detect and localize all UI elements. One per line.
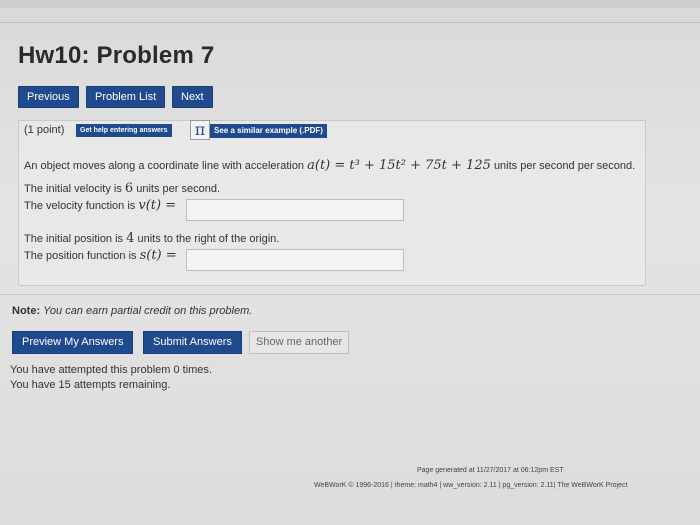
problem-points: (1 point) bbox=[24, 124, 65, 136]
partial-credit-note: Note: You can earn partial credit on thi… bbox=[12, 305, 252, 317]
top-strip bbox=[0, 0, 700, 8]
header-divider bbox=[0, 22, 700, 23]
problem-statement: An object moves along a coordinate line … bbox=[24, 158, 635, 173]
similar-example-button[interactable]: See a similar example (.PDF) bbox=[210, 124, 327, 138]
next-button[interactable]: Next bbox=[172, 86, 213, 108]
note-text: You can earn partial credit on this prob… bbox=[43, 305, 253, 317]
position-label-text: The position function is bbox=[24, 250, 137, 262]
remaining-text: You have 15 attempts remaining. bbox=[10, 379, 171, 391]
position-math: s(t) = bbox=[139, 248, 177, 263]
page-title: Hw10: Problem 7 bbox=[18, 42, 215, 69]
help-entering-answers-button[interactable]: Get help entering answers bbox=[76, 124, 172, 137]
initial-position-post: units to the right of the origin. bbox=[137, 233, 280, 245]
initial-position-pre: The initial position is bbox=[24, 233, 124, 245]
problem-divider bbox=[0, 294, 700, 295]
acceleration-formula: a(t) = t³ + 15t² + 75t + 125 bbox=[307, 158, 491, 173]
position-function-label: The position function is s(t) = bbox=[24, 248, 177, 263]
statement-pre: An object moves along a coordinate line … bbox=[24, 160, 305, 172]
velocity-label-text: The velocity function is bbox=[24, 200, 136, 212]
initial-velocity-text: The initial velocity is 6 units per seco… bbox=[24, 181, 220, 196]
position-answer-input[interactable] bbox=[186, 249, 404, 271]
initial-velocity-post: units per second. bbox=[136, 183, 221, 195]
attempted-text: You have attempted this problem 0 times. bbox=[10, 364, 212, 376]
previous-button[interactable]: Previous bbox=[18, 86, 79, 108]
submit-answers-button[interactable]: Submit Answers bbox=[143, 331, 242, 354]
velocity-math: v(t) = bbox=[138, 198, 177, 213]
initial-velocity-value: 6 bbox=[124, 181, 134, 196]
problem-list-button[interactable]: Problem List bbox=[86, 86, 166, 108]
statement-post: units per second per second. bbox=[493, 160, 636, 172]
initial-position-text: The initial position is 4 units to the r… bbox=[24, 231, 279, 246]
note-label: Note: bbox=[12, 305, 41, 317]
preview-answers-button[interactable]: Preview My Answers bbox=[12, 331, 134, 354]
page-generated-text: Page generated at 11/27/2017 at 06:12pm … bbox=[417, 467, 564, 474]
copyright-text: WeBWorK © 1996-2016 | theme: math4 | ww_… bbox=[314, 482, 628, 489]
velocity-answer-input[interactable] bbox=[186, 199, 404, 221]
velocity-function-label: The velocity function is v(t) = bbox=[24, 198, 176, 213]
initial-velocity-pre: The initial velocity is bbox=[24, 183, 122, 195]
show-another-button[interactable]: Show me another bbox=[249, 331, 350, 354]
initial-position-value: 4 bbox=[126, 231, 135, 246]
pi-icon[interactable]: π bbox=[190, 120, 210, 140]
